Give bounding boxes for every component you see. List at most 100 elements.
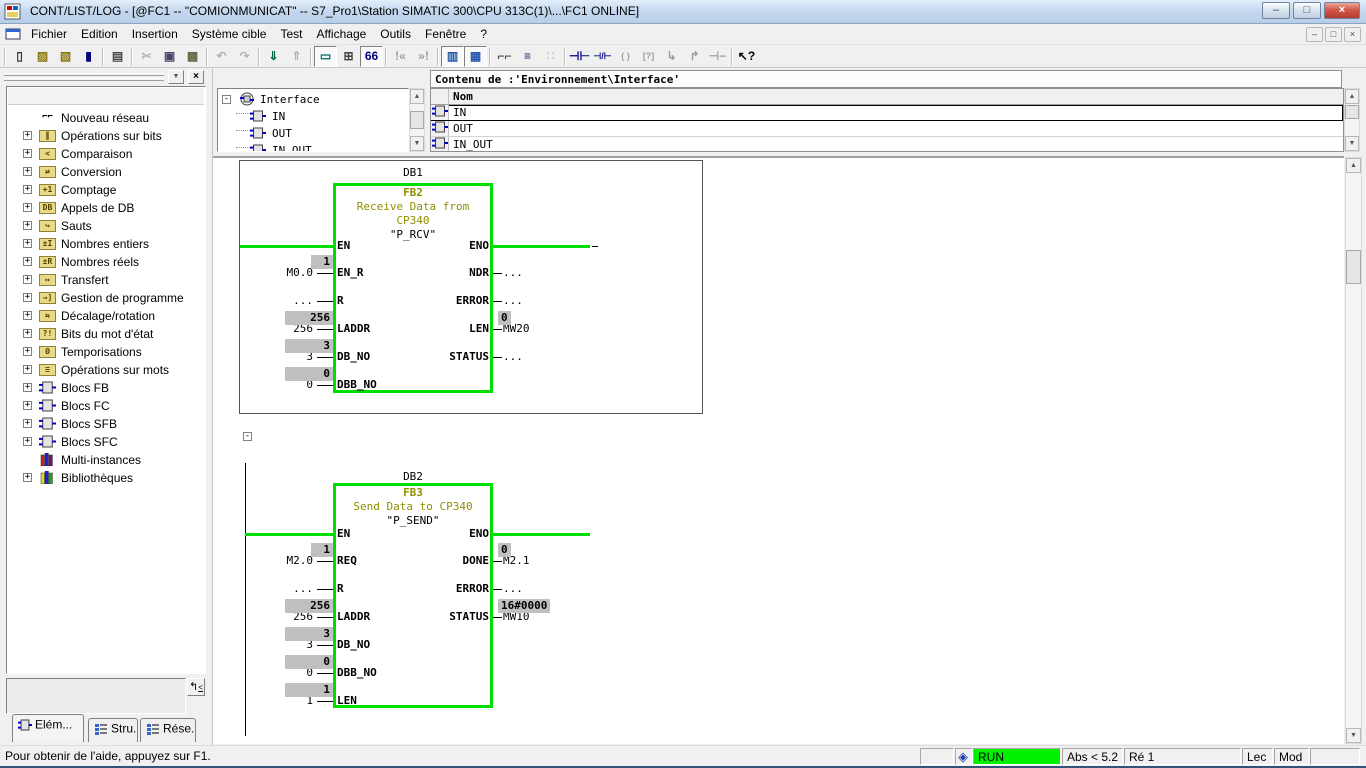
scroll-up-icon[interactable]: ▲ [1346, 158, 1361, 173]
scroll-up-icon[interactable]: ▲ [410, 89, 424, 104]
download-icon[interactable]: ⇓ [262, 46, 285, 67]
tab-el-m[interactable]: Elém... [12, 714, 84, 742]
sidebar-item-bits-du-mot-d-tat[interactable]: +?!Bits du mot d'état [7, 325, 205, 343]
menu-syst-me-cible[interactable]: Système cible [185, 24, 274, 45]
new-icon[interactable]: ▯ [8, 46, 31, 67]
operand-r[interactable]: ... [213, 582, 313, 595]
close-branch-icon[interactable]: ↱ [683, 46, 706, 67]
scroll-down-icon[interactable]: ▼ [410, 136, 424, 151]
expand-icon[interactable]: + [23, 383, 32, 392]
sidebar-item-comptage[interactable]: ++1Comptage [7, 181, 205, 199]
sidebar-item-temporisations[interactable]: +ΘTemporisations [7, 343, 205, 361]
scroll-down-icon[interactable]: ▼ [1345, 136, 1359, 151]
scroll-thumb[interactable] [1345, 105, 1359, 119]
previous-error-icon[interactable]: !« [389, 46, 412, 67]
sidebar-item-blocs-sfc[interactable]: +Blocs SFC [7, 433, 205, 451]
expand-icon[interactable]: + [23, 149, 32, 158]
interface-item-in-out[interactable]: IN_OUT [218, 143, 408, 152]
pane-grip[interactable] [4, 73, 164, 76]
editor-scroll-track[interactable]: ▲▼ [1345, 157, 1362, 744]
scroll-down-icon[interactable]: ▼ [1346, 728, 1361, 743]
sidebar-item-multi-instances[interactable]: Multi-instances [7, 451, 205, 469]
overview-icon[interactable]: ▥ [441, 46, 464, 67]
monitor-icon[interactable]: 66 [360, 46, 383, 67]
sidebar-item-blocs-fb[interactable]: +Blocs FB [7, 379, 205, 397]
undo-icon[interactable]: ↶ [210, 46, 233, 67]
sidebar-item-d-calage-rotation[interactable]: +⇆Décalage/rotation [7, 307, 205, 325]
sidebar-item-nouveau-r-seau[interactable]: ⌐⌐Nouveau réseau [7, 109, 205, 127]
address-toggle-icon[interactable]: ▭ [314, 46, 337, 67]
menu-affichage[interactable]: Affichage [309, 24, 373, 45]
table-scroll-track[interactable]: ▲▼ [1344, 88, 1360, 152]
menu-test[interactable]: Test [273, 24, 309, 45]
expand-icon[interactable]: + [23, 239, 32, 248]
interface-root-row[interactable]: - Interface [218, 92, 408, 109]
help-select-icon[interactable]: ↖? [735, 46, 758, 67]
sidebar-item-comparaison[interactable]: +<Comparaison [7, 145, 205, 163]
sidebar-item-sauts[interactable]: +↪Sauts [7, 217, 205, 235]
menu-outils[interactable]: Outils [373, 24, 418, 45]
tab-stru[interactable]: Stru... [88, 718, 138, 742]
horizontal-line-icon[interactable]: ⊣− [706, 46, 729, 67]
expand-icon[interactable]: + [23, 473, 32, 482]
open-online-icon[interactable]: ▧ [54, 46, 77, 67]
lad-editor[interactable]: DB1FB2Receive Data fromCP340"P_RCV"ENENO… [213, 156, 1344, 744]
interface-scroll-track[interactable]: ▲▼ [409, 88, 425, 152]
pane-close-button[interactable]: × [188, 70, 204, 84]
operand-error[interactable]: ... [503, 582, 523, 595]
empty-network-icon[interactable]: ∷ [539, 46, 562, 67]
program-elements-icon[interactable]: ≡ [516, 46, 539, 67]
collapse-box[interactable]: - [222, 95, 231, 104]
menu-fen-tre[interactable]: Fenêtre [418, 24, 473, 45]
sidebar-item-appels-de-db[interactable]: +DBAppels de DB [7, 199, 205, 217]
tab-r-se[interactable]: Rése... [140, 718, 196, 742]
expand-icon[interactable]: + [23, 365, 32, 374]
menu-edition[interactable]: Edition [74, 24, 125, 45]
expand-icon[interactable]: + [23, 293, 32, 302]
expand-icon[interactable]: + [23, 401, 32, 410]
sidebar-item-nombres-r-els[interactable]: +±RNombres réels [7, 253, 205, 271]
scroll-thumb[interactable] [1346, 250, 1361, 284]
expand-icon[interactable]: + [23, 329, 32, 338]
sidebar-item-gestion-de-programme[interactable]: +→]Gestion de programme [7, 289, 205, 307]
print-icon[interactable]: ▤ [106, 46, 129, 67]
menu-insertion[interactable]: Insertion [125, 24, 185, 45]
next-error-icon[interactable]: »! [412, 46, 435, 67]
empty-box-icon[interactable]: [?] [637, 46, 660, 67]
expand-icon[interactable]: + [23, 203, 32, 212]
coil-icon[interactable]: ( ) [614, 46, 637, 67]
table-row-out[interactable]: OUT [431, 121, 1343, 137]
open-branch-icon[interactable]: ↳ [660, 46, 683, 67]
expand-icon[interactable]: + [23, 347, 32, 356]
detail-view-icon[interactable]: ▦ [464, 46, 487, 67]
sidebar-item-op-rations-sur-mots[interactable]: +≡Opérations sur mots [7, 361, 205, 379]
upload-icon[interactable]: ⇑ [285, 46, 308, 67]
expand-icon[interactable]: + [23, 221, 32, 230]
close-button[interactable]: × [1324, 2, 1360, 19]
cut-icon[interactable]: ✂ [135, 46, 158, 67]
table-row-in[interactable]: IN [431, 105, 1343, 121]
symbol-info-icon[interactable]: ⊞ [337, 46, 360, 67]
expand-icon[interactable]: + [23, 167, 32, 176]
sidebar-item-biblioth-ques[interactable]: +Bibliothèques [7, 469, 205, 487]
pane-grip2[interactable] [4, 78, 164, 81]
operand-req[interactable]: M2.0 [213, 554, 313, 567]
mdi-restore-button[interactable]: □ [1325, 27, 1342, 42]
paste-icon[interactable]: ▩ [181, 46, 204, 67]
expand-icon[interactable]: + [23, 419, 32, 428]
sidebar-item-blocs-fc[interactable]: +Blocs FC [7, 397, 205, 415]
restore-button[interactable]: □ [1293, 2, 1321, 19]
copy-icon[interactable]: ▣ [158, 46, 181, 67]
expand-icon[interactable]: + [23, 311, 32, 320]
contact-nc-icon[interactable]: ⊣/⊢ [591, 46, 614, 67]
mdi-minimize-button[interactable]: – [1306, 27, 1323, 42]
redo-icon[interactable]: ↷ [233, 46, 256, 67]
interface-item-in[interactable]: IN [218, 109, 408, 126]
expand-icon[interactable]: + [23, 185, 32, 194]
db-label[interactable]: DB2 [333, 470, 493, 483]
sidebar-item-transfert[interactable]: +↦Transfert [7, 271, 205, 289]
scroll-thumb[interactable] [410, 111, 424, 129]
menu-fichier[interactable]: Fichier [24, 24, 74, 45]
network-collapse-icon[interactable]: - [243, 432, 252, 441]
scroll-up-icon[interactable]: ▲ [1345, 89, 1359, 104]
